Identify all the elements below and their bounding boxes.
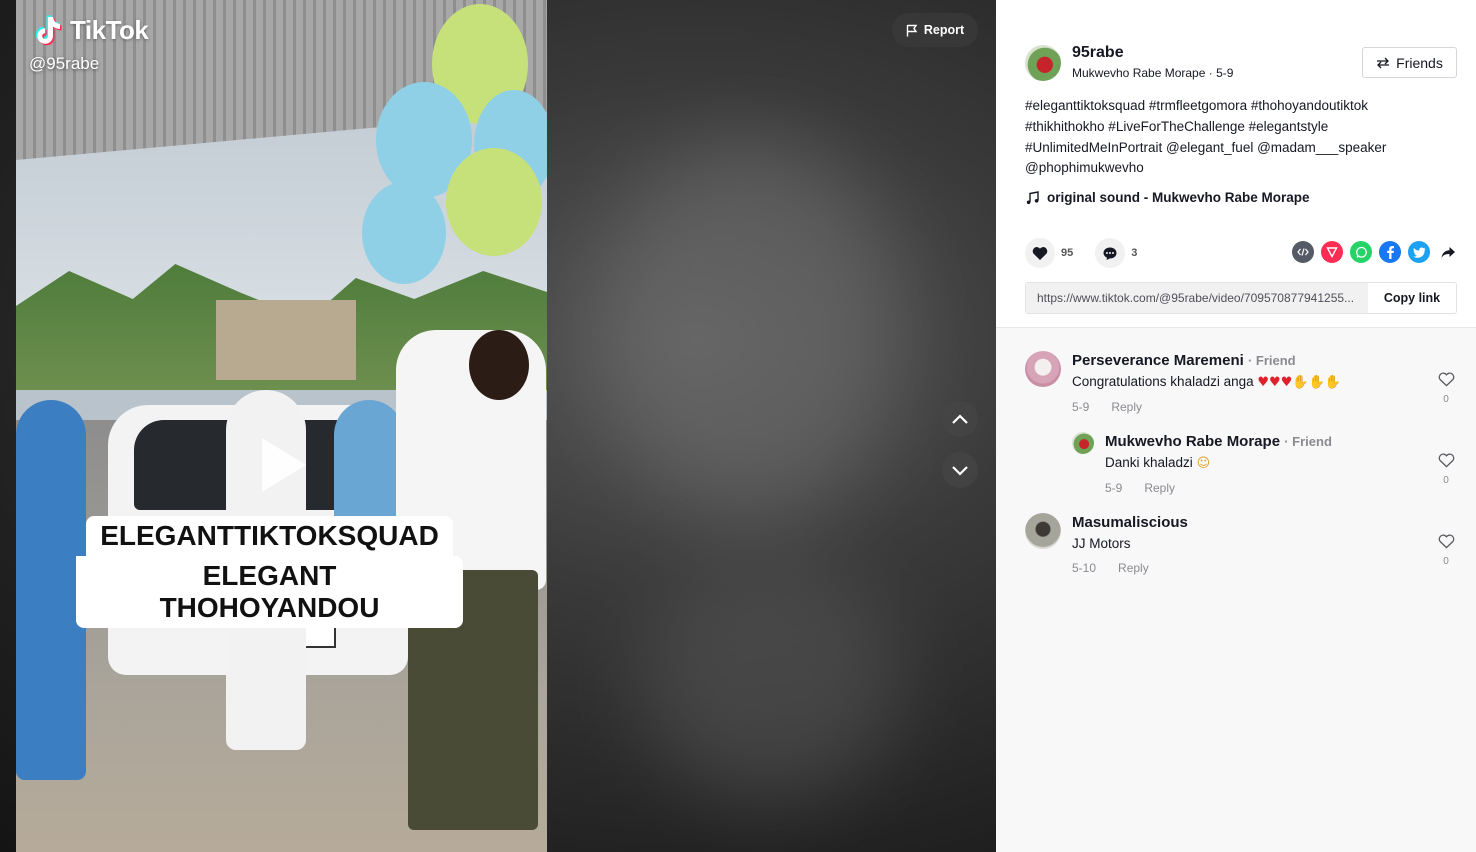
tiktok-logo-icon <box>35 15 62 46</box>
comment-text: Congratulations khaladzi anga ♥♥♥✋✋✋ <box>1072 374 1341 390</box>
sound-title: original sound - Mukwevho Rabe Morape <box>1047 190 1310 205</box>
comment-meta: 5-10 Reply <box>1072 561 1149 575</box>
info-panel: 95rabe Mukwevho Rabe Morape · 5-9 Friend… <box>996 0 1476 852</box>
play-icon[interactable] <box>262 438 306 492</box>
comment-like-button[interactable]: 0 <box>1436 453 1456 486</box>
reply-button[interactable]: Reply <box>1118 561 1149 575</box>
heart-emoji: ♥♥♥ <box>1257 375 1293 390</box>
heart-outline-icon <box>1438 534 1454 549</box>
share-row <box>1292 241 1459 263</box>
facebook-icon[interactable] <box>1379 241 1401 263</box>
video-player[interactable] <box>16 0 547 852</box>
avatar[interactable] <box>1025 351 1061 387</box>
video-scene-building <box>216 300 356 380</box>
comment-author-name: Perseverance Maremeni <box>1072 352 1244 369</box>
comment-meta: 5-9 Reply <box>1072 400 1142 414</box>
comment-date: 5-10 <box>1072 561 1097 575</box>
friend-badge: · Friend <box>1284 434 1332 449</box>
reply-button[interactable]: Reply <box>1111 400 1142 414</box>
avatar[interactable] <box>1025 45 1061 81</box>
like-count: 95 <box>1061 247 1074 259</box>
smile-emoji: ☺ <box>1196 456 1211 471</box>
comment-author[interactable]: Mukwevho Rabe Morape · Friend <box>1105 433 1332 450</box>
video-scene-person-head <box>469 330 529 400</box>
heart-outline-icon <box>1438 372 1454 387</box>
comment-author[interactable]: Perseverance Maremeni · Friend <box>1072 352 1296 369</box>
friend-badge: · Friend <box>1247 353 1296 368</box>
comment-author-name: Masumaliscious <box>1072 514 1188 531</box>
reply-button[interactable]: Reply <box>1144 481 1175 495</box>
video-panel: TikTok @95rabe ELEGANTTIKTOKSQUAD ELEGAN… <box>0 0 996 852</box>
comment-author-name: Mukwevho Rabe Morape <box>1105 433 1281 450</box>
tiktok-brand: TikTok <box>34 14 149 46</box>
caption-line: ELEGANT THOHOYANDOU <box>76 556 463 628</box>
flag-icon <box>906 24 918 36</box>
friends-label: Friends <box>1396 54 1443 71</box>
next-video-button[interactable] <box>942 452 978 488</box>
avatar[interactable] <box>1025 513 1061 549</box>
video-caption: ELEGANTTIKTOKSQUAD ELEGANT THOHOYANDOU <box>76 516 463 628</box>
send-icon[interactable] <box>1321 241 1343 263</box>
tiktok-wordmark: TikTok <box>70 14 149 45</box>
chevron-up-icon <box>952 413 968 424</box>
twitter-icon[interactable] <box>1408 241 1430 263</box>
post-details: 95rabe Mukwevho Rabe Morape · 5-9 Friend… <box>996 0 1476 328</box>
balloon <box>362 182 446 284</box>
separator-dot: · <box>1208 66 1217 80</box>
comment-like-count: 0 <box>1443 475 1449 486</box>
report-button[interactable]: Report <box>892 13 978 47</box>
comment-like-button[interactable]: 0 <box>1436 534 1456 567</box>
heart-icon <box>1032 246 1048 260</box>
comment-like-count: 0 <box>1443 394 1449 405</box>
share-arrow-icon[interactable] <box>1437 241 1459 263</box>
post-description: #eleganttiktoksquad #trmfleetgomora #tho… <box>1025 98 1387 176</box>
friends-button[interactable]: Friends <box>1362 47 1457 78</box>
author-username[interactable]: 95rabe <box>1072 44 1124 62</box>
comment-date: 5-9 <box>1072 400 1090 414</box>
video-link-field[interactable]: https://www.tiktok.com/@95rabe/video/709… <box>1026 283 1368 313</box>
copy-link-button[interactable]: Copy link <box>1368 283 1456 313</box>
comment-body: Congratulations khaladzi anga <box>1072 374 1254 389</box>
comment-icon <box>1103 247 1117 260</box>
comment-button[interactable] <box>1095 238 1126 268</box>
comment-body: JJ Motors <box>1072 536 1131 551</box>
hands-emoji: ✋✋✋ <box>1292 375 1341 390</box>
background-blur <box>640 560 900 800</box>
chevron-down-icon <box>952 465 968 476</box>
comment-text: Danki khaladzi ☺ <box>1105 455 1210 471</box>
video-handle: @95rabe <box>29 54 100 73</box>
background-blur <box>600 140 900 520</box>
avatar[interactable] <box>1072 432 1094 454</box>
embed-icon[interactable] <box>1292 241 1314 263</box>
author-display-name: Mukwevho Rabe Morape <box>1072 66 1206 80</box>
post-date: 5-9 <box>1216 66 1234 80</box>
link-box: https://www.tiktok.com/@95rabe/video/709… <box>1025 282 1457 314</box>
comment-author[interactable]: Masumaliscious <box>1072 514 1188 531</box>
comment-like-button[interactable]: 0 <box>1436 372 1456 405</box>
like-button[interactable] <box>1025 238 1055 268</box>
comment-date: 5-9 <box>1105 481 1123 495</box>
comment-body: Danki khaladzi <box>1105 455 1193 470</box>
comment-count: 3 <box>1131 247 1138 259</box>
comment-text: JJ Motors <box>1072 536 1131 551</box>
comment-meta: 5-9 Reply <box>1105 481 1175 495</box>
balloon <box>446 148 542 256</box>
music-note-icon <box>1026 190 1039 204</box>
swap-arrows-icon <box>1377 57 1390 68</box>
engagement-row: 95 3 <box>1025 238 1159 268</box>
comment-like-count: 0 <box>1443 556 1449 567</box>
author-subtitle: Mukwevho Rabe Morape · 5-9 <box>1072 66 1233 80</box>
whatsapp-icon[interactable] <box>1350 241 1372 263</box>
caption-line: ELEGANTTIKTOKSQUAD <box>86 516 453 556</box>
report-label: Report <box>923 23 965 37</box>
heart-outline-icon <box>1438 453 1454 468</box>
sound-link[interactable]: original sound - Mukwevho Rabe Morape <box>1026 190 1310 205</box>
previous-video-button[interactable] <box>942 401 978 437</box>
